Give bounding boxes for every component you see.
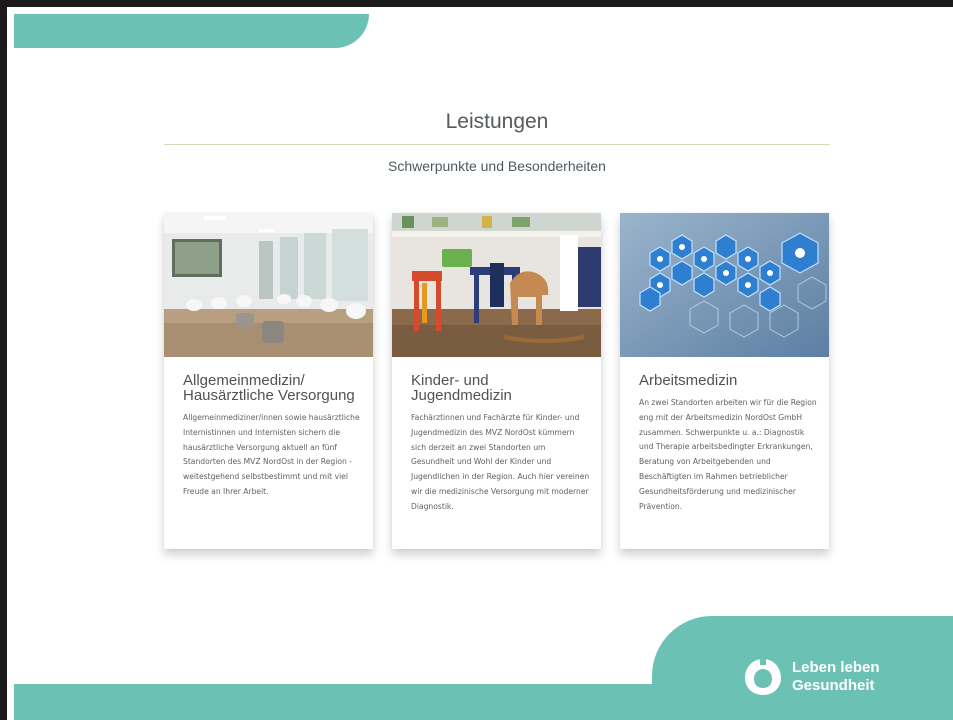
card-text: Allgemeinmediziner/innen sowie hausärztl… [183,413,360,496]
card-title: Allgemeinmedizin/ Hausärztliche Versorgu… [183,372,355,404]
waiting-room-photo [164,213,373,357]
page-subtitle: Schwerpunkte und Besonderheiten [388,158,606,174]
card-title: Arbeitsmedizin [639,372,738,389]
brand-line-1: Leben leben [792,659,880,676]
page-title: Leistungen [445,110,549,133]
card-title: Kinder- und Jugendmedizin [411,372,512,404]
brand-line-2: Gesundheit [792,677,875,694]
service-card-arbeitsmedizin[interactable]: Arbeitsmedizin An zwei Standorten arbeit… [620,213,829,549]
brand-logo-block[interactable]: Leben leben Gesundheit [742,657,880,697]
service-card-allgemeinmedizin[interactable]: Allgemeinmedizin/ Hausärztliche Versorgu… [164,213,373,549]
brand-wordmark: Leben leben Gesundheit [792,659,880,695]
brand-logo-icon [745,657,781,695]
slide: Leistungen Schwerpunkte und Besonderheit… [0,0,953,720]
service-card-kinder-jugendmedizin[interactable]: Kinder- und Jugendmedizin Fachärztinnen … [392,213,601,549]
top-decor-shape [14,14,369,48]
title-divider [164,144,830,145]
card-text: An zwei Standorten arbeiten wir für die … [639,398,817,511]
children-playroom-photo [392,213,601,357]
card-text: Fachärztinnen und Fachärzte für Kinder- … [411,413,590,511]
hexagon-icons-graphic [620,213,829,357]
